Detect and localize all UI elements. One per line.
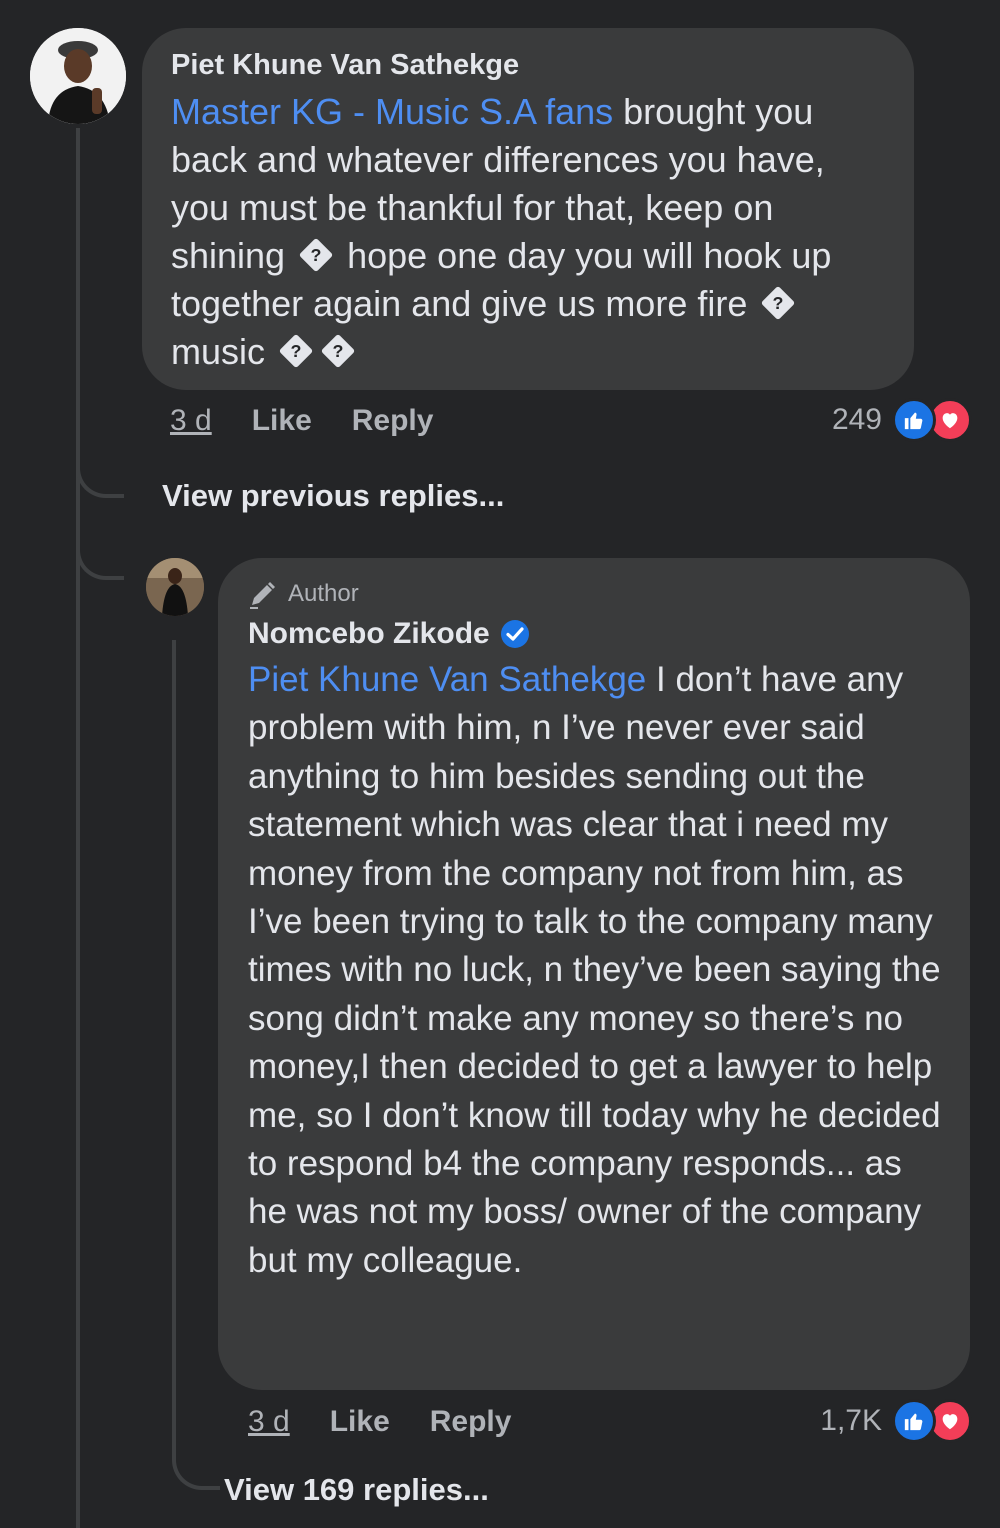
reply-button[interactable]: Reply — [352, 404, 434, 438]
reply-author[interactable]: Nomcebo Zikode — [248, 614, 490, 654]
comment-author[interactable]: Piet Khune Van Sathekge — [171, 46, 884, 84]
comment-actions: 3 d Like Reply — [170, 400, 433, 442]
pencil-icon — [248, 579, 278, 609]
missing-emoji-icon: ? — [761, 285, 796, 321]
mention-link[interactable]: Piet Khune Van Sathekge — [248, 660, 646, 699]
reply-button[interactable]: Reply — [430, 1405, 512, 1439]
thread-branch-reply — [76, 520, 124, 580]
avatar[interactable] — [30, 28, 126, 124]
author-badge: Author — [248, 576, 942, 612]
thread-branch-previous — [76, 440, 124, 498]
comment-timestamp[interactable]: 3 d — [170, 404, 212, 438]
avatar[interactable] — [146, 558, 204, 616]
reply-timestamp[interactable]: 3 d — [248, 1405, 290, 1439]
reaction-count: 1,7K — [820, 1404, 882, 1437]
view-previous-replies-link[interactable]: View previous replies... — [162, 478, 504, 514]
reaction-count: 249 — [831, 403, 882, 436]
missing-emoji-icon: ? — [278, 333, 314, 369]
like-icon — [892, 398, 936, 442]
comment-bubble: Piet Khune Van Sathekge Master KG - Musi… — [142, 28, 914, 390]
reply-actions: 3 d Like Reply — [248, 1401, 511, 1443]
like-button[interactable]: Like — [252, 404, 312, 438]
reaction-summary[interactable]: 249 — [832, 398, 972, 442]
view-replies-link[interactable]: View 169 replies... — [224, 1472, 489, 1508]
thread-line-reply — [172, 640, 176, 1440]
missing-emoji-icon: ? — [320, 333, 356, 369]
thread-branch-view-replies — [172, 1430, 220, 1490]
like-button[interactable]: Like — [330, 1405, 390, 1439]
mention-link[interactable]: Master KG - Music S.A fans — [171, 91, 613, 132]
reply-bubble: Author Nomcebo Zikode Piet Khune Van Sat… — [218, 558, 970, 1390]
comment-text: Master KG - Music S.A fans brought you b… — [171, 91, 832, 372]
thread-line-main — [76, 128, 80, 1528]
reaction-summary[interactable]: 1,7K — [820, 1399, 972, 1443]
missing-emoji-icon: ? — [298, 237, 334, 273]
verified-icon — [500, 619, 530, 649]
like-icon — [892, 1399, 936, 1443]
reply-text: Piet Khune Van Sathekge I don’t have any… — [248, 660, 941, 1280]
